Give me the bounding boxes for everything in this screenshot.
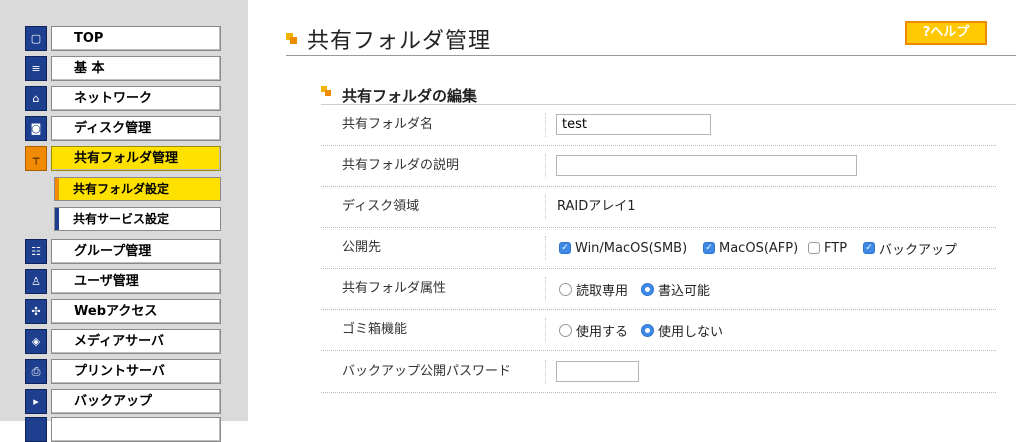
row-separator bbox=[545, 236, 547, 260]
form-row-backup-password: バックアップ公開パスワード bbox=[321, 352, 996, 393]
attribute-label: 共有フォルダ属性 bbox=[342, 281, 447, 296]
form-row-trash: ゴミ箱機能 使用する 使用しない bbox=[321, 310, 996, 351]
checkbox-checked[interactable]: ✓ bbox=[559, 242, 571, 254]
folder-name-label: 共有フォルダ名 bbox=[342, 117, 434, 132]
form-row-publish: 公開先 ✓ Win/MacOS(SMB) ✓ MacOS(AFP) FTP ✓ … bbox=[321, 228, 996, 269]
home-icon: ▢ bbox=[25, 26, 47, 51]
sidebar-item-label: ユーザ管理 bbox=[51, 269, 221, 294]
trash-option-no-use[interactable]: 使用しない bbox=[641, 322, 724, 340]
option-label: 使用する bbox=[576, 324, 629, 340]
sidebar-item-top[interactable]: ▢ TOP bbox=[25, 26, 221, 51]
attribute-option-readonly[interactable]: 読取専用 bbox=[559, 281, 629, 299]
sidebar-item-label: ネットワーク bbox=[51, 86, 221, 111]
sidebar-item-basic[interactable]: ≡ 基 本 bbox=[25, 56, 221, 81]
row-separator bbox=[545, 277, 547, 301]
form-row-disk-area: ディスク領域 RAIDアレイ1 bbox=[321, 187, 996, 228]
trash-option-use[interactable]: 使用する bbox=[559, 322, 629, 340]
publish-option-smb[interactable]: ✓ Win/MacOS(SMB) bbox=[559, 240, 687, 256]
network-icon: ⌂ bbox=[25, 86, 47, 111]
active-indicator bbox=[55, 178, 59, 200]
sidebar-item-label: バックアップ bbox=[51, 389, 221, 414]
sidebar-item-network[interactable]: ⌂ ネットワーク bbox=[25, 86, 221, 111]
page-title: 共有フォルダ管理 bbox=[307, 29, 492, 54]
form-row-folder-name: 共有フォルダ名 bbox=[321, 105, 996, 146]
disk-area-label: ディスク領域 bbox=[342, 199, 420, 214]
radio-unselected[interactable] bbox=[559, 323, 572, 337]
sidebar-item-label: プリントサーバ bbox=[51, 359, 221, 384]
publish-label: 公開先 bbox=[342, 240, 382, 255]
checkbox-unchecked[interactable] bbox=[808, 242, 820, 254]
publish-option-backup[interactable]: ✓ バックアップ bbox=[863, 240, 958, 258]
radio-selected[interactable] bbox=[641, 282, 654, 296]
publish-option-afp[interactable]: ✓ MacOS(AFP) bbox=[703, 240, 798, 256]
media-server-icon: ◈ bbox=[25, 329, 47, 354]
checkbox-checked[interactable]: ✓ bbox=[863, 242, 875, 254]
radio-unselected[interactable] bbox=[559, 282, 572, 296]
sidebar-item-print-server[interactable]: ⎙ プリントサーバ bbox=[25, 359, 221, 384]
sidebar-subitem-label: 共有サービス設定 bbox=[73, 212, 170, 226]
section-title: 共有フォルダの編集 bbox=[342, 87, 478, 105]
backup-icon: ▸ bbox=[25, 389, 47, 414]
sidebar-item-label: ディスク管理 bbox=[51, 116, 221, 141]
option-label: 読取専用 bbox=[576, 283, 629, 299]
title-divider bbox=[286, 55, 1016, 56]
row-separator bbox=[545, 154, 547, 178]
sidebar: ▢ TOP ≡ 基 本 ⌂ ネットワーク ◙ ディスク管理 ┬ 共有フォルダ管理… bbox=[0, 0, 248, 442]
sidebar-item-label: 基 本 bbox=[51, 56, 221, 81]
web-access-icon: ✣ bbox=[25, 299, 47, 324]
row-separator bbox=[545, 113, 547, 137]
sidebar-item-disk[interactable]: ◙ ディスク管理 bbox=[25, 116, 221, 141]
form-row-attribute: 共有フォルダ属性 読取専用 書込可能 bbox=[321, 269, 996, 310]
option-label: 使用しない bbox=[658, 324, 724, 340]
sidebar-item-label: グループ管理 bbox=[51, 239, 221, 264]
title-bullet-icon bbox=[286, 33, 297, 44]
option-label: FTP bbox=[824, 240, 848, 256]
disk-area-value: RAIDアレイ1 bbox=[557, 199, 636, 214]
sidebar-item-user[interactable]: ♙ ユーザ管理 bbox=[25, 269, 221, 294]
backup-password-label: バックアップ公開パスワード bbox=[342, 364, 512, 379]
description-label: 共有フォルダの説明 bbox=[342, 158, 460, 173]
checkbox-checked[interactable]: ✓ bbox=[703, 242, 715, 254]
user-icon: ♙ bbox=[25, 269, 47, 294]
indicator bbox=[55, 208, 59, 230]
print-server-icon: ⎙ bbox=[25, 359, 47, 384]
sidebar-subitem-shared-folder-settings[interactable]: 共有フォルダ設定 bbox=[54, 177, 221, 201]
row-separator bbox=[545, 318, 547, 342]
sidebar-item-shared-folder[interactable]: ┬ 共有フォルダ管理 bbox=[25, 146, 221, 171]
sidebar-item-label: メディアサーバ bbox=[51, 329, 221, 354]
option-label: バックアップ bbox=[879, 242, 958, 258]
row-separator bbox=[545, 195, 547, 219]
publish-option-ftp[interactable]: FTP bbox=[808, 240, 847, 256]
radio-selected[interactable] bbox=[641, 323, 654, 337]
sidebar-subitem-shared-service-settings[interactable]: 共有サービス設定 bbox=[54, 207, 221, 231]
folder-name-input[interactable] bbox=[556, 114, 711, 135]
option-label: MacOS(AFP) bbox=[719, 240, 799, 256]
option-label: 書込可能 bbox=[658, 283, 711, 299]
sidebar-subitem-label: 共有フォルダ設定 bbox=[73, 182, 170, 196]
shared-folder-icon: ┬ bbox=[25, 146, 47, 171]
document-icon: ≡ bbox=[25, 56, 47, 81]
sidebar-item-label: Webアクセス bbox=[51, 299, 221, 324]
sidebar-item-backup[interactable]: ▸ バックアップ bbox=[25, 389, 221, 414]
help-button[interactable]: ?ヘルプ bbox=[905, 21, 987, 45]
disk-icon: ◙ bbox=[25, 116, 47, 141]
attribute-option-writable[interactable]: 書込可能 bbox=[641, 281, 711, 299]
sidebar-item-group[interactable]: ☷ グループ管理 bbox=[25, 239, 221, 264]
row-separator bbox=[545, 360, 547, 384]
group-icon: ☷ bbox=[25, 239, 47, 264]
option-label: Win/MacOS(SMB) bbox=[575, 240, 688, 256]
form-row-description: 共有フォルダの説明 bbox=[321, 146, 996, 187]
description-input[interactable] bbox=[556, 155, 857, 176]
backup-password-input[interactable] bbox=[556, 361, 639, 382]
sidebar-item-web-access[interactable]: ✣ Webアクセス bbox=[25, 299, 221, 324]
sidebar-item-label: 共有フォルダ管理 bbox=[51, 146, 221, 171]
sidebar-item-media-server[interactable]: ◈ メディアサーバ bbox=[25, 329, 221, 354]
sidebar-item-label: TOP bbox=[51, 26, 221, 51]
trash-label: ゴミ箱機能 bbox=[342, 322, 408, 337]
section-bullet-icon bbox=[321, 86, 331, 96]
